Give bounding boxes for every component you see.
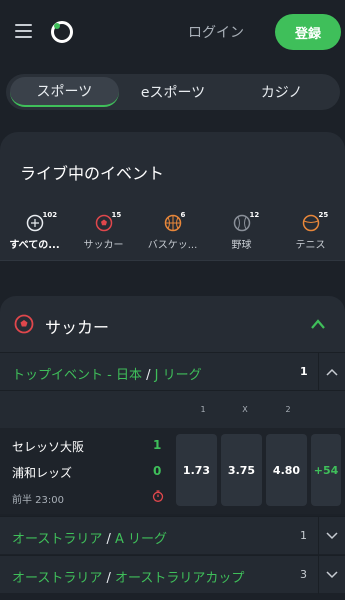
away-score: 0 — [153, 464, 162, 478]
hamburger-menu-icon[interactable] — [15, 24, 32, 38]
odds-button-away[interactable]: 4.80 — [266, 434, 307, 506]
brand-logo-icon[interactable] — [50, 20, 74, 44]
tab-sports[interactable]: スポーツ — [10, 77, 119, 107]
league-event-count: 1 — [300, 529, 307, 542]
league-event-count: 1 — [300, 365, 308, 378]
match-time: 前半 23:00 — [12, 495, 64, 506]
login-link[interactable]: ログイン — [188, 22, 244, 42]
tab-esports[interactable]: eスポーツ — [119, 77, 228, 107]
odds-button-draw[interactable]: 3.75 — [221, 434, 262, 506]
soccer-section-title: サッカー — [45, 318, 110, 337]
league-event-count: 3 — [300, 568, 307, 581]
category-tabs: スポーツ eスポーツ カジノ — [6, 74, 340, 110]
sport-label: すべての... — [9, 240, 60, 251]
league-row-j-league[interactable]: トップイベント - 日本 / J リーグ 1 — [0, 352, 345, 391]
tab-casino[interactable]: カジノ — [227, 77, 336, 107]
soccer-ball-icon — [14, 314, 34, 334]
soccer-section-header[interactable]: サッカー — [0, 296, 345, 352]
league-row-a-league[interactable]: オーストラリア / A リーグ 1 — [0, 516, 345, 555]
chevron-down-icon — [326, 532, 338, 540]
chevron-down-icon — [326, 571, 338, 579]
league-toggle[interactable] — [318, 517, 345, 555]
sport-label: テニス — [295, 240, 326, 251]
live-sports-filter: 102 すべての... 15 サッカー 6 バスケッ... 12 野球 25 テ… — [0, 211, 345, 254]
sport-label: サッカー — [83, 240, 124, 251]
league-toggle[interactable] — [318, 556, 345, 594]
away-team: 浦和レッズ — [12, 466, 73, 480]
league-name: トップイベント - 日本 / J リーグ — [12, 368, 202, 383]
sport-count: 12 — [249, 211, 260, 219]
odds-header-home: 1 — [200, 405, 206, 414]
section-divider — [0, 260, 345, 261]
chevron-up-icon[interactable] — [310, 318, 326, 330]
sport-filter-all[interactable]: 102 すべての... — [0, 211, 69, 254]
sport-label: 野球 — [231, 240, 252, 251]
sport-filter-tennis[interactable]: 25 テニス — [276, 211, 345, 254]
sport-count: 15 — [111, 211, 122, 219]
league-toggle[interactable] — [318, 353, 345, 391]
odds-header-away: 2 — [285, 405, 291, 414]
match-row[interactable]: セレッソ大阪 1 浦和レッズ 0 前半 23:00 1.73 3.75 4.80… — [0, 428, 345, 514]
odds-header-draw: X — [242, 405, 248, 414]
stopwatch-icon — [152, 490, 164, 502]
tennis-ball-icon — [302, 214, 319, 232]
sport-filter-basketball[interactable]: 6 バスケッ... — [138, 211, 207, 254]
soccer-ball-icon — [95, 214, 112, 232]
top-header: ログイン 登録 — [0, 0, 345, 66]
all-sports-icon — [26, 214, 43, 232]
sport-count: 6 — [180, 211, 186, 219]
chevron-up-icon — [326, 368, 338, 376]
odds-header: 1 X 2 — [0, 390, 345, 428]
live-events-panel: ライブ中のイベント 102 すべての... 15 サッカー 6 バスケッ... … — [0, 132, 345, 260]
basketball-icon — [164, 214, 181, 232]
home-score: 1 — [153, 438, 162, 452]
sport-label: バスケッ... — [147, 240, 198, 251]
league-name: オーストラリア / A リーグ — [12, 532, 168, 547]
sport-filter-soccer[interactable]: 15 サッカー — [69, 211, 138, 254]
odds-button-home[interactable]: 1.73 — [176, 434, 217, 506]
live-events-title: ライブ中のイベント — [20, 164, 165, 183]
sport-count: 25 — [318, 211, 329, 219]
sport-filter-baseball[interactable]: 12 野球 — [207, 211, 276, 254]
baseball-icon — [233, 214, 250, 232]
more-markets-button[interactable]: +54 — [311, 434, 341, 506]
league-name: オーストラリア / オーストラリアカップ — [12, 571, 245, 586]
league-row-australia-cup[interactable]: オーストラリア / オーストラリアカップ 3 — [0, 555, 345, 594]
sport-count: 102 — [42, 211, 58, 219]
register-button[interactable]: 登録 — [275, 14, 341, 50]
home-team: セレッソ大阪 — [12, 440, 85, 454]
